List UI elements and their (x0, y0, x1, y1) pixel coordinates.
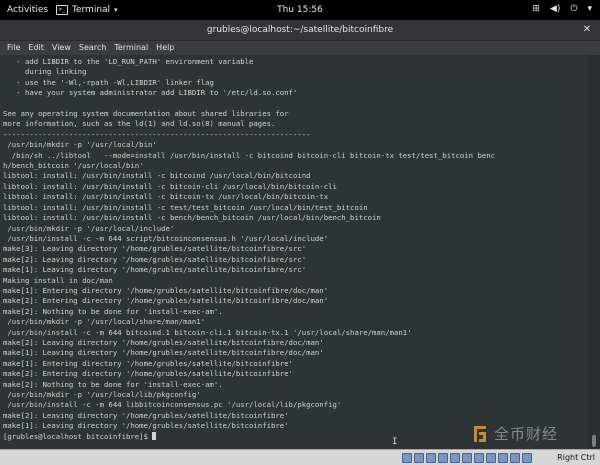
terminal-line: /bin/sh ../libtool --mode=install /usr/b… (3, 150, 496, 160)
terminal-line: make[2]: Nothing to be done for 'install… (3, 379, 223, 389)
terminal-line: libtool: install: /usr/bin/install -c bi… (3, 181, 337, 191)
audio-icon[interactable] (426, 453, 436, 463)
chevron-down-icon: ▾ (114, 6, 118, 14)
watermark-text: 全币财经 (494, 425, 559, 443)
terminal-line: - use the '-Wl,-rpath -Wl,LIBDIR' linker… (3, 77, 214, 87)
terminal-line: /usr/bin/install -c -m 644 libbitcoincon… (3, 400, 342, 410)
app-menu-button[interactable]: >_ Terminal ▾ (56, 5, 118, 15)
keyboard-icon[interactable] (522, 453, 532, 463)
shared-folder-icon[interactable] (462, 453, 472, 463)
terminal-text: - add LIBDIR to the 'LD_RUN_PATH' enviro… (0, 55, 588, 442)
terminal-line: make[3]: Leaving directory '/home/gruble… (3, 244, 307, 254)
activities-button[interactable]: Activities (7, 5, 48, 15)
terminal-scrollbar[interactable] (588, 55, 600, 449)
chevron-down-icon: ▾ (587, 4, 592, 14)
terminal-line: ----------------------------------------… (3, 129, 311, 139)
terminal-line: more information, such as the ld(1) and … (3, 119, 276, 129)
terminal-line: /usr/bin/install -c -m 644 bitcoind.1 bi… (3, 327, 412, 337)
menu-help[interactable]: Help (152, 41, 178, 55)
terminal-line: Making install in doc/man (3, 275, 113, 285)
cpu-activity-icon[interactable] (498, 453, 508, 463)
network-icon: ⊞ (532, 4, 540, 14)
window-title: grubles@localhost:~/satellite/bitcoinfib… (206, 25, 394, 35)
menu-search[interactable]: Search (75, 41, 110, 55)
terminal-cursor (152, 431, 157, 440)
terminal-line: /usr/bin/mkdir -p '/usr/local/lib/pkgcon… (3, 390, 201, 399)
terminal-line: /usr/bin/mkdir -p '/usr/local/share/man/… (3, 317, 206, 327)
terminal-line: make[1]: Leaving directory '/home/gruble… (3, 348, 324, 358)
terminal-line: /usr/bin/mkdir -p '/usr/local/bin' (3, 140, 157, 150)
hard-disk-icon[interactable] (402, 453, 412, 463)
app-menu-label: Terminal (72, 5, 111, 15)
shell-prompt: [grubles@localhost bitcoinfibre]$ (3, 431, 153, 441)
terminal-line: make[2]: Leaving directory '/home/gruble… (3, 410, 289, 420)
menu-file[interactable]: File (3, 41, 24, 55)
terminal-line: h/bench_bitcoin '/usr/local/bin' (3, 161, 144, 171)
video-capture-icon[interactable] (486, 453, 496, 463)
usb-icon[interactable] (450, 453, 460, 463)
vm-status-bar: Right Ctrl (0, 449, 600, 465)
terminal-line: - add LIBDIR to the 'LD_RUN_PATH' enviro… (3, 57, 254, 66)
display-icon[interactable] (474, 453, 484, 463)
terminal-line: make[2]: Entering directory '/home/grubl… (3, 369, 293, 379)
host-key-label: Right Ctrl (557, 453, 595, 462)
vm-device-icons (402, 453, 532, 463)
terminal-line: make[2]: Entering directory '/home/grubl… (3, 296, 329, 306)
terminal-line: make[1]: Entering directory '/home/grubl… (3, 285, 329, 295)
terminal-line: libtool: install: /usr/bin/install -c be… (3, 213, 381, 223)
optical-drive-icon[interactable] (414, 453, 424, 463)
terminal-app-icon: >_ (56, 5, 68, 15)
close-icon: ✕ (582, 24, 592, 35)
menu-bar: File Edit View Search Terminal Help (0, 41, 600, 55)
menu-view[interactable]: View (48, 41, 75, 55)
window-title-bar[interactable]: grubles@localhost:~/satellite/bitcoinfib… (0, 20, 600, 41)
terminal-line: libtool: install: /usr/bin/install -c bi… (3, 171, 311, 181)
terminal-line: make[2]: Nothing to be done for 'install… (3, 306, 223, 316)
terminal-line: make[2]: Leaving directory '/home/gruble… (3, 337, 324, 347)
terminal-line: libtool: install: /usr/bin/install -c bi… (3, 192, 329, 202)
watermark: 全币财经 (470, 423, 558, 444)
menu-terminal[interactable]: Terminal (110, 41, 152, 55)
terminal-line: during linking (3, 67, 87, 77)
terminal-line: - have your system administrator add LIB… (3, 88, 298, 98)
watermark-logo-icon (474, 425, 486, 442)
network-adapter-icon[interactable] (438, 453, 448, 463)
terminal-line: make[2]: Leaving directory '/home/gruble… (3, 254, 307, 264)
power-icon: ⏻ (570, 4, 578, 14)
terminal-line: make[1]: Leaving directory '/home/gruble… (3, 265, 307, 275)
system-tray[interactable]: ⊞ ◀) ⏻ ▾ (532, 4, 592, 14)
terminal-line: make[1]: Leaving directory '/home/gruble… (3, 421, 289, 431)
terminal-line: See any operating system documentation a… (3, 109, 289, 119)
terminal-line: /usr/bin/mkdir -p '/usr/local/include' (3, 223, 175, 233)
close-window-button[interactable]: ✕ (581, 24, 593, 36)
gnome-top-bar: Activities >_ Terminal ▾ Thu 15:56 ⊞ ◀) … (0, 0, 600, 20)
clock-button[interactable]: Thu 15:56 (277, 5, 323, 15)
mouse-integration-icon[interactable] (510, 453, 520, 463)
terminal-line: libtool: install: /usr/bin/install -c te… (3, 202, 368, 212)
volume-icon: ◀) (549, 4, 561, 14)
menu-edit[interactable]: Edit (24, 41, 48, 55)
terminal-output[interactable]: - add LIBDIR to the 'LD_RUN_PATH' enviro… (0, 55, 588, 449)
terminal-line: /usr/bin/install -c -m 644 script/bitcoi… (3, 233, 329, 243)
text-cursor-icon: I (392, 437, 398, 447)
scrollbar-thumb[interactable] (592, 435, 596, 447)
terminal-line: make[1]: Entering directory '/home/grubl… (3, 358, 293, 368)
